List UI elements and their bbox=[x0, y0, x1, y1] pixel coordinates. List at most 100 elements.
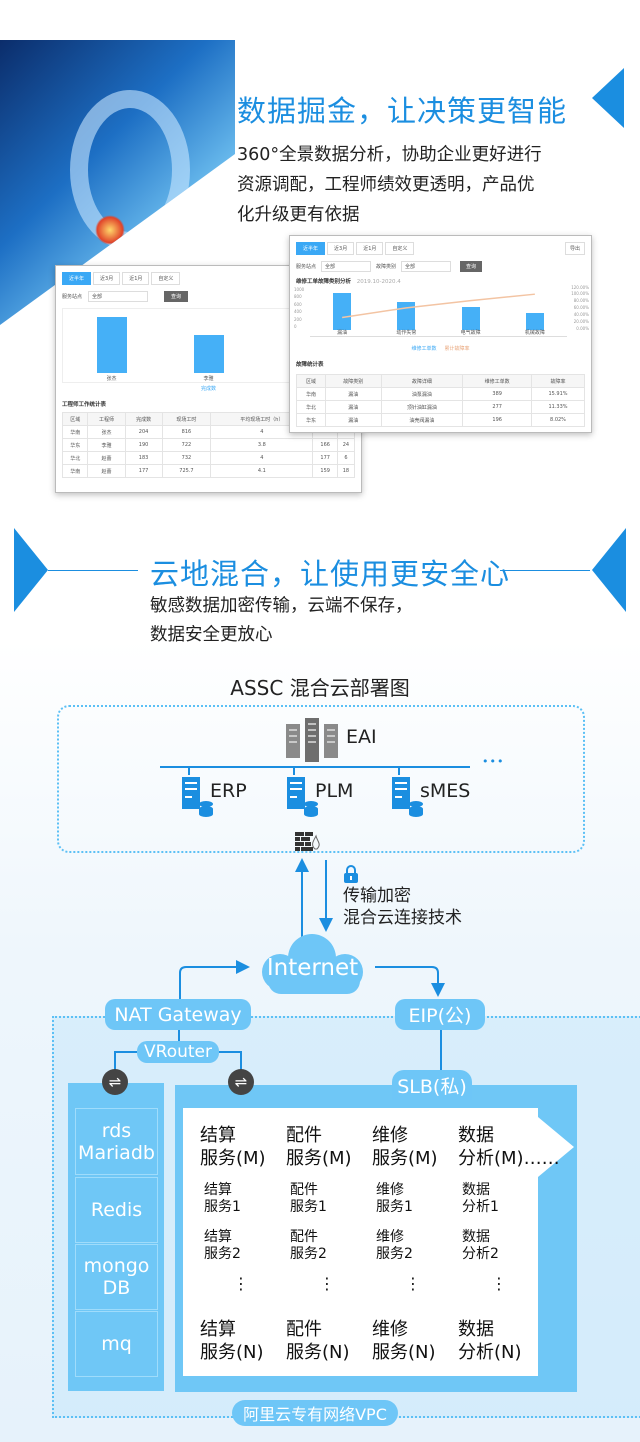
table-cell: 8.02% bbox=[531, 413, 585, 427]
y2-tick-label: 100.00% bbox=[571, 291, 589, 297]
table-cell: 177 bbox=[312, 451, 338, 465]
fault-select[interactable]: 全部 bbox=[401, 261, 452, 272]
query-button[interactable]: 查询 bbox=[460, 261, 483, 272]
service-s1: 维修 服务1 bbox=[376, 1182, 413, 1216]
server-rack-icon bbox=[286, 718, 338, 762]
nat-gateway: NAT Gateway bbox=[105, 999, 251, 1030]
ellipsis-vertical: ⋮ bbox=[233, 1274, 249, 1293]
column-header: 故障率 bbox=[531, 374, 585, 388]
service-m: 数据 分析(M)…… bbox=[458, 1124, 560, 1170]
table-row: 华北 漏油 顶针油缸漏油 277 11.33% bbox=[295, 400, 585, 414]
service-line: 结算 bbox=[204, 1182, 232, 1198]
cumulative-line bbox=[310, 287, 567, 336]
server-database-icon bbox=[285, 777, 319, 821]
line-series bbox=[342, 294, 535, 317]
site-select[interactable]: 全部 bbox=[88, 291, 149, 302]
table-cell: 李雅 bbox=[87, 438, 126, 452]
table-cell: 华东 bbox=[61, 438, 89, 452]
table-cell: 漏油 bbox=[325, 400, 382, 414]
table-cell: 18 bbox=[336, 464, 356, 478]
chart-bar bbox=[193, 334, 224, 374]
triangle-marker-icon bbox=[592, 68, 624, 128]
body-line: 资源调配，工程师绩效更透明，产品优 bbox=[237, 175, 535, 195]
y2-tick-label: 80.00% bbox=[573, 298, 589, 304]
system-label-plm: PLM bbox=[315, 780, 354, 802]
column-header: 完成数 bbox=[124, 412, 163, 426]
table-row: 华东 漏油 油壳阀漏油 196 8.02% bbox=[295, 413, 585, 427]
column-header: 故障类别 bbox=[325, 374, 382, 388]
table-row: 华东 李雅 190 722 3.8 166 24 bbox=[61, 438, 356, 452]
database-label: mq bbox=[101, 1333, 132, 1355]
chart-title: 维修工单故障类别分析 bbox=[296, 279, 352, 285]
service-s1: 数据 分析1 bbox=[462, 1182, 499, 1216]
site-select[interactable]: 全部 bbox=[321, 261, 372, 272]
service-line: 数据 bbox=[462, 1182, 490, 1198]
table-cell: 华东 bbox=[295, 413, 327, 427]
query-button[interactable]: 查询 bbox=[164, 291, 189, 302]
server-database-icon bbox=[390, 777, 424, 821]
tab-3-months[interactable]: 近3月 bbox=[93, 272, 121, 285]
tab-1-month[interactable]: 近1月 bbox=[356, 242, 384, 255]
database-label-line: Mariadb bbox=[78, 1141, 155, 1164]
table-cell: 张杰 bbox=[87, 425, 126, 439]
vrouter: VRouter bbox=[137, 1041, 219, 1063]
table-cell: 722 bbox=[161, 438, 212, 452]
database-label-line: DB bbox=[102, 1277, 131, 1299]
section2-body: 敏感数据加密传输，云端不保存， 数据安全更放心 bbox=[150, 592, 413, 650]
legend-line: 累计故障率 bbox=[444, 346, 470, 352]
service-line: 服务(N) bbox=[372, 1342, 436, 1363]
connector bbox=[188, 767, 190, 775]
table-cell: 赵蕾 bbox=[87, 464, 126, 478]
tab-half-year[interactable]: 近半年 bbox=[296, 242, 326, 255]
divider bbox=[48, 570, 138, 571]
chart-range: 2019.10-2020.4 bbox=[356, 279, 401, 285]
service-n: 配件 服务(N) bbox=[286, 1318, 350, 1364]
y2-tick-label: 120.00% bbox=[571, 284, 589, 290]
service-line: 分析(M)…… bbox=[458, 1148, 560, 1169]
column-header: 现场工时 bbox=[161, 412, 212, 426]
service-line: 分析(N) bbox=[458, 1342, 522, 1363]
body-line: 数据安全更放心 bbox=[150, 625, 273, 645]
ellipsis-vertical: ⋮ bbox=[405, 1274, 421, 1293]
service-line: 配件 bbox=[290, 1182, 318, 1198]
body-line: 360°全景数据分析，协助企业更好进行 bbox=[237, 145, 542, 165]
y2-tick-label: 20.00% bbox=[573, 319, 589, 325]
column-header: 工程师 bbox=[87, 412, 126, 426]
table-cell: 816 bbox=[161, 425, 212, 439]
slb-private: SLB(私) bbox=[392, 1070, 472, 1100]
table-header: 区域 故障类别 故障详细 维修工单数 故障率 bbox=[295, 374, 585, 388]
service-line: 数据 bbox=[462, 1229, 490, 1245]
tab-1-month[interactable]: 近1月 bbox=[122, 272, 150, 285]
table-cell: 11.33% bbox=[531, 400, 585, 414]
database-label: rds Mariadb bbox=[78, 1120, 155, 1164]
database-redis: Redis bbox=[75, 1177, 158, 1243]
encrypt-line: 混合云连接技术 bbox=[343, 908, 462, 928]
tab-custom[interactable]: 自定义 bbox=[151, 272, 181, 285]
tab-custom[interactable]: 自定义 bbox=[385, 242, 415, 255]
tab-3-months[interactable]: 近3月 bbox=[327, 242, 355, 255]
diagram-title: ASSC 混合云部署图 bbox=[230, 676, 410, 700]
service-line: 服务1 bbox=[290, 1199, 327, 1215]
connector bbox=[398, 767, 400, 775]
y-tick-label: 400 bbox=[294, 309, 302, 315]
section2-title: 云地混合，让使用更安全心 bbox=[150, 557, 511, 591]
service-s2: 配件 服务2 bbox=[290, 1229, 327, 1263]
system-label-erp: ERP bbox=[210, 780, 247, 802]
table-cell: 油泵漏油 bbox=[380, 387, 464, 401]
triangle-marker-icon bbox=[592, 528, 626, 612]
export-button[interactable]: 导出 bbox=[564, 242, 585, 255]
more-dots: ••• bbox=[482, 755, 505, 768]
table-cell: 华南 bbox=[295, 387, 327, 401]
service-s2: 数据 分析2 bbox=[462, 1229, 499, 1263]
service-s2: 维修 服务2 bbox=[376, 1229, 413, 1263]
service-line: 配件 bbox=[286, 1125, 322, 1146]
y-tick-label: 0 bbox=[294, 324, 297, 330]
tab-half-year[interactable]: 近半年 bbox=[62, 272, 92, 285]
swap-icon: ⇌ bbox=[228, 1069, 254, 1095]
table-row: 华南 漏油 油泵漏油 389 15.91% bbox=[295, 387, 585, 401]
fault-analysis-screenshot: 近半年 近3月 近1月 自定义 导出 服务站点 全部 故障类别 全部 查询 维修… bbox=[289, 235, 592, 433]
table-cell: 183 bbox=[124, 451, 163, 465]
legend-bars: 维修工单数 bbox=[411, 346, 437, 352]
service-line: 数据 bbox=[458, 1125, 494, 1146]
column-header: 维修工单数 bbox=[462, 374, 532, 388]
